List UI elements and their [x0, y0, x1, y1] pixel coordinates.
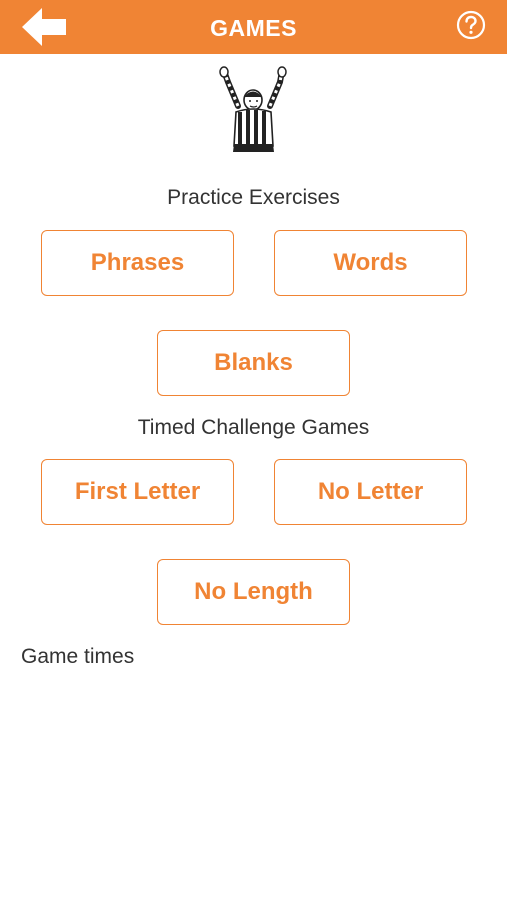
- no-letter-button[interactable]: No Letter: [274, 459, 467, 525]
- help-button[interactable]: [456, 10, 486, 40]
- no-length-button[interactable]: No Length: [157, 559, 350, 625]
- timed-challenge-heading: Timed Challenge Games: [137, 416, 370, 439]
- app-header: GAMES: [0, 0, 507, 54]
- referee-touchdown-icon: [219, 66, 287, 152]
- first-letter-button[interactable]: First Letter: [41, 459, 234, 525]
- practice-exercises-heading: Practice Exercises: [167, 186, 340, 209]
- blanks-button[interactable]: Blanks: [157, 330, 350, 396]
- phrases-button[interactable]: Phrases: [41, 230, 234, 296]
- game-times-label: Game times: [21, 645, 135, 668]
- page-title: GAMES: [210, 15, 297, 41]
- question-circle-icon: [456, 10, 486, 40]
- words-button[interactable]: Words: [274, 230, 467, 296]
